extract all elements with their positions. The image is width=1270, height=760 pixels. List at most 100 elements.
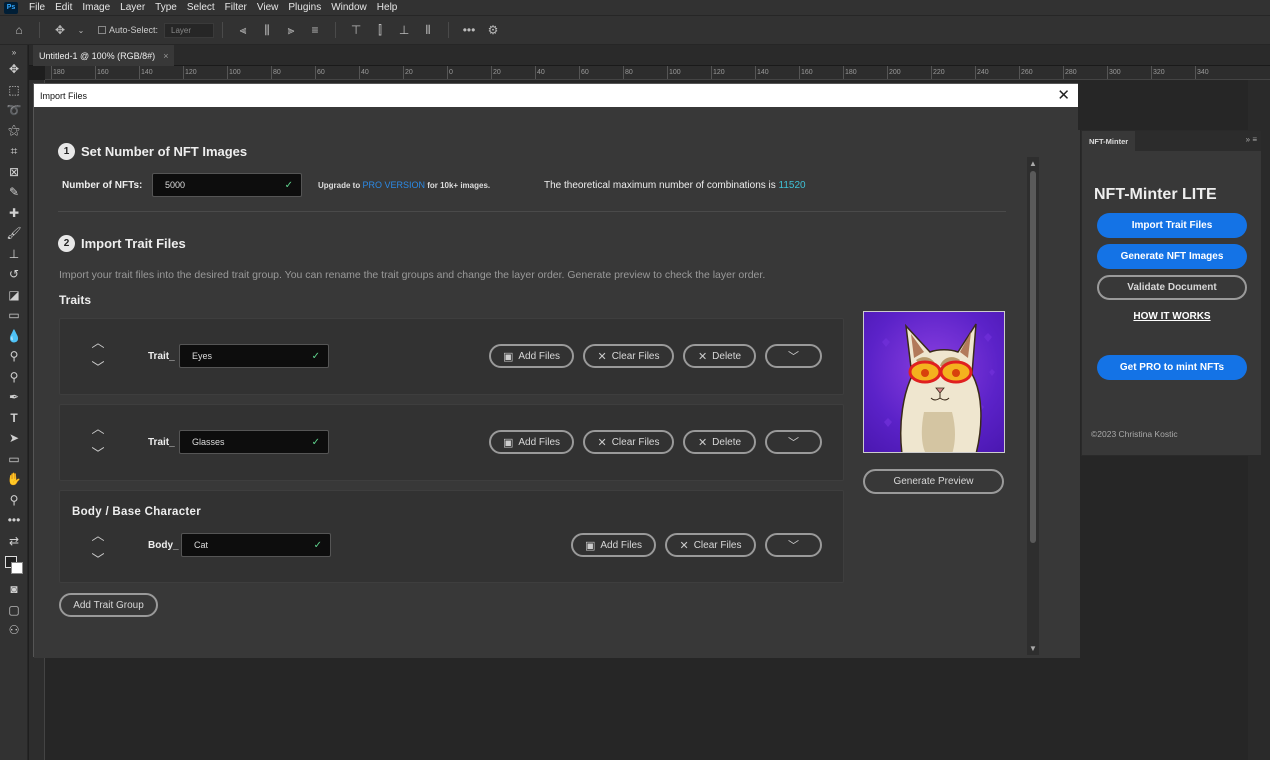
gear-icon[interactable]: ⚙ — [484, 21, 502, 39]
delete-button[interactable]: ✕ Delete — [683, 344, 756, 368]
align-middle-icon[interactable]: ⫿ — [371, 21, 389, 39]
brush-tool-icon[interactable]: 🖌 — [0, 223, 28, 244]
add-files-button[interactable]: ▣ Add Files — [489, 430, 574, 454]
dodge-tool-icon[interactable]: ⚲ — [0, 346, 28, 367]
menu-type[interactable]: Type — [150, 2, 182, 13]
chevron-down-icon[interactable]: ﹀ — [90, 549, 106, 568]
swap-colors-icon[interactable]: ⇄ — [0, 531, 28, 552]
auto-select-checkbox[interactable] — [98, 26, 106, 34]
align-left-icon[interactable]: ⫷ — [234, 21, 252, 39]
dialog-scrollbar[interactable]: ▲ ▼ — [1027, 157, 1039, 655]
trait-name-input[interactable]: Eyes ✓ — [179, 344, 329, 368]
menu-window[interactable]: Window — [326, 2, 372, 13]
expand-button[interactable]: ﹀ — [765, 344, 822, 368]
trait-name-input[interactable]: Glasses ✓ — [179, 430, 329, 454]
menu-select[interactable]: Select — [182, 2, 220, 13]
chevron-up-icon[interactable]: ︿ — [90, 332, 106, 351]
screen-mode-icon[interactable]: ▢ — [0, 600, 28, 621]
align-bottom-icon[interactable]: ⊥ — [395, 21, 413, 39]
pro-version-link[interactable]: PRO VERSION — [362, 180, 425, 190]
menu-view[interactable]: View — [252, 2, 284, 13]
get-pro-button[interactable]: Get PRO to mint NFTs — [1097, 355, 1247, 380]
add-files-label: Add Files — [518, 350, 561, 362]
eraser-tool-icon[interactable]: ◪ — [0, 285, 28, 306]
expand-icon[interactable]: » — [0, 45, 28, 59]
generate-nft-images-button[interactable]: Generate NFT Images — [1097, 244, 1247, 269]
move-tool-icon[interactable]: ✥ — [0, 59, 28, 80]
menu-help[interactable]: Help — [372, 2, 403, 13]
clear-files-button[interactable]: ✕ Clear Files — [583, 430, 674, 454]
document-tab[interactable]: Untitled-1 @ 100% (RGB/8#) × — [33, 45, 175, 66]
chevron-down-icon[interactable]: ﹀ — [90, 357, 106, 376]
align-right-icon[interactable]: ⫸ — [282, 21, 300, 39]
color-swatches-icon[interactable] — [0, 551, 28, 579]
align-center-icon[interactable]: ⫼ — [258, 21, 276, 39]
type-tool-icon[interactable]: T — [0, 408, 28, 429]
import-trait-files-button[interactable]: Import Trait Files — [1097, 213, 1247, 238]
blur-tool-icon[interactable]: 💧 — [0, 326, 28, 347]
expand-button[interactable]: ﹀ — [765, 430, 822, 454]
chevron-up-icon[interactable]: ︿ — [90, 418, 106, 437]
quick-mask-icon[interactable]: ◙ — [0, 579, 28, 600]
home-icon[interactable]: ⌂ — [10, 21, 28, 39]
generate-preview-button[interactable]: Generate Preview — [863, 469, 1004, 494]
clear-files-button[interactable]: ✕ Clear Files — [583, 344, 674, 368]
delete-button[interactable]: ✕ Delete — [683, 430, 756, 454]
eyedropper-tool-icon[interactable]: ✎ — [0, 182, 28, 203]
chevron-down-icon[interactable]: ⌄ — [72, 21, 90, 39]
chevron-down-icon: ﹀ — [788, 540, 799, 552]
nft-count-input[interactable]: 5000 ✓ — [152, 173, 302, 197]
validate-document-button[interactable]: Validate Document — [1097, 275, 1247, 300]
crop-tool-icon[interactable]: ⌗ — [0, 141, 28, 162]
generate-preview-label: Generate Preview — [893, 476, 974, 487]
history-brush-tool-icon[interactable]: ↺ — [0, 264, 28, 285]
align-top-icon[interactable]: ⊤ — [347, 21, 365, 39]
healing-brush-tool-icon[interactable]: ✚ — [0, 203, 28, 224]
how-it-works-link[interactable]: HOW IT WORKS — [1097, 311, 1247, 322]
panel-menu-icon[interactable]: » ≡ — [1246, 135, 1257, 144]
pen-tool-icon[interactable]: ✒ — [0, 387, 28, 408]
check-icon: ✓ — [284, 179, 293, 191]
zoom-tool-icon[interactable]: ⚲ — [0, 490, 28, 511]
x-icon: ✕ — [697, 350, 708, 363]
ruler-tick: 0 — [447, 66, 453, 79]
path-selection-tool-icon[interactable]: ➤ — [0, 428, 28, 449]
share-icon[interactable]: ⚇ — [0, 620, 28, 641]
chevron-up-icon[interactable]: ︿ — [90, 525, 106, 544]
magic-wand-tool-icon[interactable]: ⚝ — [0, 121, 28, 142]
menu-layer[interactable]: Layer — [115, 2, 150, 13]
scroll-thumb[interactable] — [1030, 171, 1036, 543]
lasso-tool-icon[interactable]: ➰ — [0, 100, 28, 121]
stamp-tool-icon[interactable]: ⊥ — [0, 244, 28, 265]
frame-tool-icon[interactable]: ⊠ — [0, 162, 28, 183]
menu-image[interactable]: Image — [77, 2, 115, 13]
layer-select[interactable]: Layer — [164, 22, 215, 38]
clear-files-button[interactable]: ✕ Clear Files — [665, 533, 756, 557]
add-files-button[interactable]: ▣ Add Files — [489, 344, 574, 368]
marquee-tool-icon[interactable]: ⬚ — [0, 80, 28, 101]
add-trait-group-button[interactable]: Add Trait Group — [59, 593, 158, 617]
dialog-title: Import Files — [40, 90, 88, 101]
distribute-vertical-icon[interactable]: ⦀ — [419, 21, 437, 39]
sponge-tool-icon[interactable]: ⚲ — [0, 367, 28, 388]
scroll-down-icon[interactable]: ▼ — [1027, 644, 1039, 653]
more-icon[interactable]: ••• — [460, 21, 478, 39]
panel-tab[interactable]: NFT-Minter — [1082, 131, 1136, 151]
close-icon[interactable]: × — [163, 51, 168, 61]
menu-filter[interactable]: Filter — [220, 2, 252, 13]
scroll-up-icon[interactable]: ▲ — [1027, 159, 1039, 168]
add-files-button[interactable]: ▣ Add Files — [571, 533, 656, 557]
move-tool-icon[interactable]: ✥ — [51, 21, 69, 39]
distribute-icon[interactable]: ≡ — [306, 21, 324, 39]
chevron-down-icon[interactable]: ﹀ — [90, 443, 106, 462]
menu-plugins[interactable]: Plugins — [283, 2, 326, 13]
menu-edit[interactable]: Edit — [50, 2, 77, 13]
body-name-input[interactable]: Cat ✓ — [181, 533, 331, 557]
close-icon[interactable]: ✕ — [1057, 86, 1070, 104]
hand-tool-icon[interactable]: ✋ — [0, 469, 28, 490]
expand-button[interactable]: ﹀ — [765, 533, 822, 557]
rectangle-tool-icon[interactable]: ▭ — [0, 449, 28, 470]
more-tools-icon[interactable]: ••• — [0, 510, 28, 531]
menu-file[interactable]: File — [24, 2, 50, 13]
gradient-tool-icon[interactable]: ▭ — [0, 305, 28, 326]
